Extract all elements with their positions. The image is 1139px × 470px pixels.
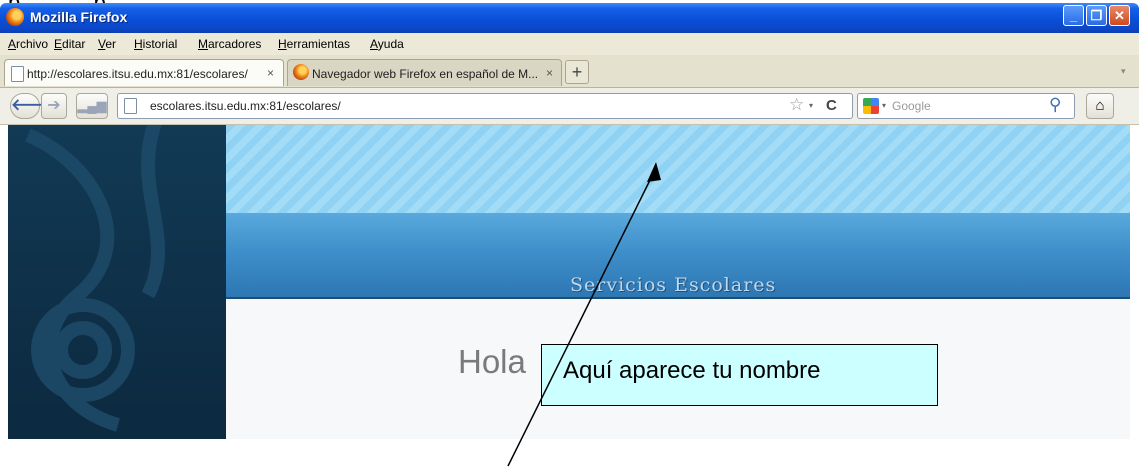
menu-marcadores[interactable]: Marcadores xyxy=(198,37,261,51)
menu-herramientas[interactable]: Herramientas xyxy=(278,37,350,51)
page-icon xyxy=(124,98,137,114)
chevron-down-icon[interactable]: ▾ xyxy=(882,101,886,110)
window-title: Mozilla Firefox xyxy=(30,9,128,25)
forward-button[interactable]: ➔ xyxy=(41,93,67,119)
reload-icon[interactable]: C xyxy=(826,97,837,114)
greeting-text: Hola xyxy=(458,343,526,380)
tab-label: Navegador web Firefox en español de M... xyxy=(312,67,539,81)
page-title: Servicios Escolares xyxy=(570,274,777,296)
window-title-bar[interactable] xyxy=(0,3,1139,33)
menu-historial[interactable]: Historial xyxy=(134,37,177,51)
firefox-icon xyxy=(293,64,309,80)
url-text[interactable]: escolares.itsu.edu.mx:81/escolares/ xyxy=(150,99,341,113)
menu-ayuda[interactable]: Ayuda xyxy=(370,37,404,51)
search-input[interactable] xyxy=(857,93,1075,119)
tab-escolares[interactable]: http://escolares.itsu.edu.mx:81/escolare… xyxy=(4,59,284,86)
signal-bars-icon[interactable]: ▂▄▆ xyxy=(76,93,108,119)
tab-close-icon[interactable]: × xyxy=(267,66,274,80)
minimize-button[interactable]: _ xyxy=(1063,5,1084,26)
new-tab-button[interactable]: + xyxy=(565,60,589,84)
tab-label: http://escolares.itsu.edu.mx:81/escolare… xyxy=(27,67,248,81)
page-icon xyxy=(11,66,24,82)
menu-editar[interactable]: Editar xyxy=(54,37,85,51)
google-icon[interactable] xyxy=(863,98,879,114)
firefox-icon xyxy=(6,8,24,26)
tab-list-dropdown-icon[interactable]: ▾ xyxy=(1121,66,1126,77)
search-icon[interactable]: ⚲ xyxy=(1049,95,1061,115)
annotation-callout-text: Aquí aparece tu nombre xyxy=(563,357,821,384)
swirl-decoration xyxy=(25,125,165,432)
bookmark-star-icon[interactable]: ☆ xyxy=(789,95,804,115)
close-window-button[interactable]: ✕ xyxy=(1109,5,1130,26)
chevron-down-icon[interactable]: ▾ xyxy=(809,101,813,110)
decorative-sidebar xyxy=(8,125,226,439)
menu-ver[interactable]: Ver xyxy=(98,37,116,51)
tab-close-icon[interactable]: × xyxy=(546,66,553,80)
home-button[interactable]: ⌂ xyxy=(1086,93,1114,119)
back-button[interactable]: 🡐 xyxy=(10,93,54,119)
tab-firefox-espanol[interactable]: Navegador web Firefox en español de M...… xyxy=(287,59,562,86)
search-placeholder: Google xyxy=(892,99,931,113)
maximize-button[interactable]: ❐ xyxy=(1086,5,1107,26)
menu-archivo[interactable]: Archivo xyxy=(8,37,48,51)
page-header-stripes xyxy=(226,125,1130,213)
